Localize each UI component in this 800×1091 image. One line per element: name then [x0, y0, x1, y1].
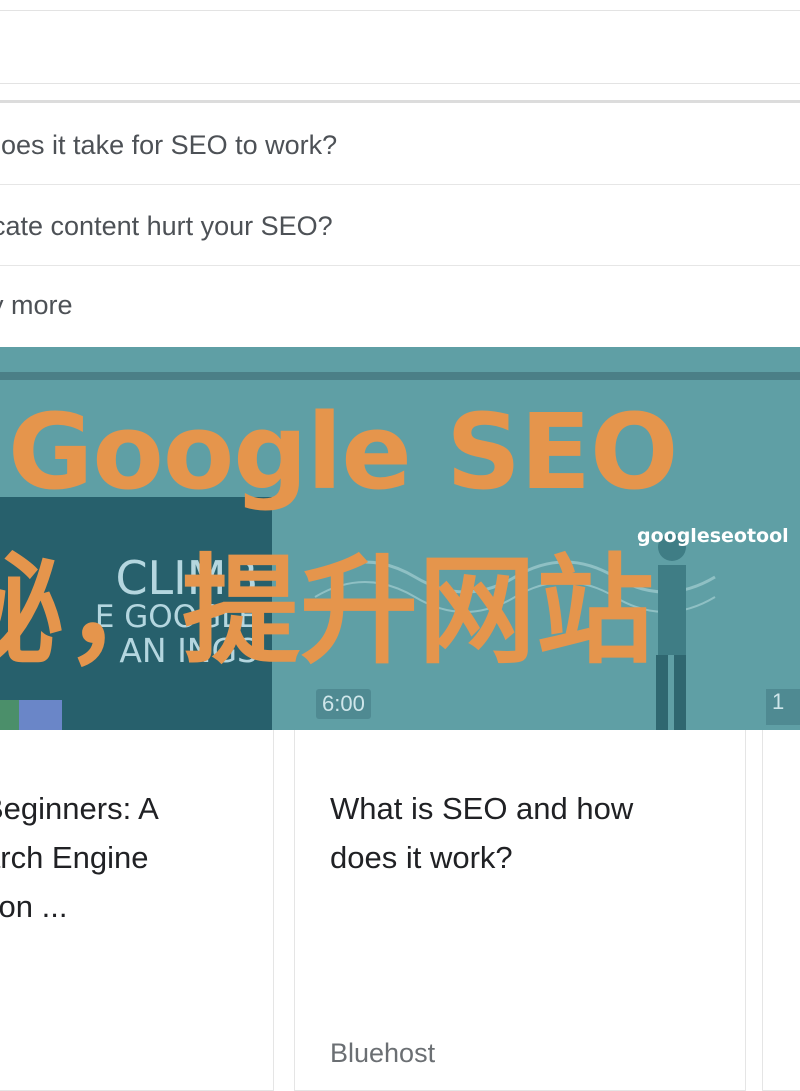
duration-badge: 6:00: [316, 689, 371, 719]
thumbnail-color-strip: [0, 700, 62, 730]
question-text: does it take for SEO to work?: [0, 130, 338, 160]
video-source: Bluehost: [330, 1038, 436, 1068]
question-item[interactable]: does it take for SEO to work?: [0, 104, 800, 185]
divider: [0, 100, 800, 103]
question-text: icate content hurt your SEO?: [0, 211, 333, 241]
banner-headline: Google SEO: [8, 391, 678, 513]
divider: [0, 372, 800, 380]
overlay-banner: CLIMB E GOOGLE AN INGS 6:00 1 Google SEO…: [0, 347, 800, 730]
banner-subline: 秘，提升网站: [0, 542, 655, 680]
video-title[interactable]: What is SEO and how does it work?: [330, 784, 710, 882]
duration-badge: 1: [766, 689, 800, 725]
search-box[interactable]: [0, 10, 800, 84]
video-title[interactable]: Beginners: A arch Engine tion ...: [0, 784, 283, 931]
video-card[interactable]: What is SEO and how does it work? Blueho…: [294, 730, 746, 1091]
video-card[interactable]: [762, 730, 800, 1091]
watermark: googleseotool: [637, 525, 789, 547]
question-item[interactable]: icate content hurt your SEO?: [0, 185, 800, 266]
show-more-link[interactable]: y more: [0, 290, 73, 321]
video-card[interactable]: Beginners: A arch Engine tion ...: [0, 730, 274, 1091]
